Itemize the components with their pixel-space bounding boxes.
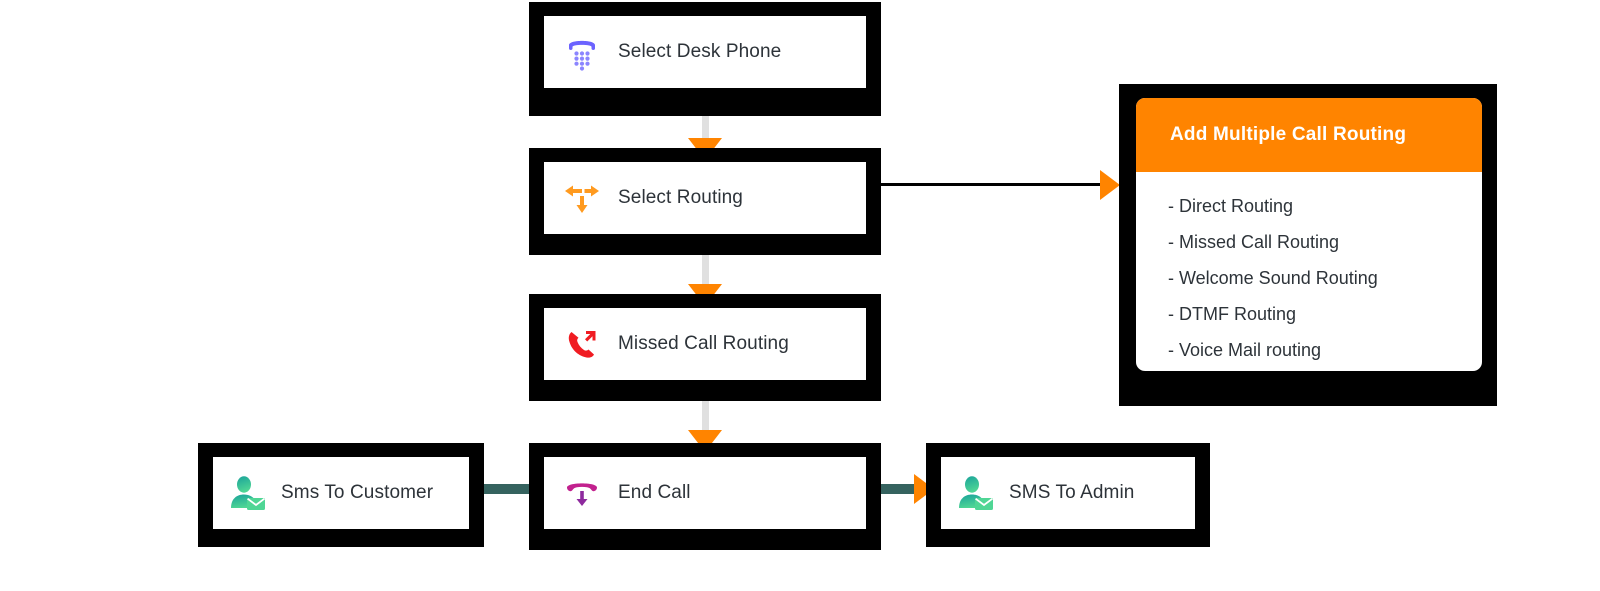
node-sms-to-customer[interactable]: Sms To Customer bbox=[198, 443, 484, 547]
node-end-call[interactable]: End Call bbox=[529, 443, 881, 550]
desk-phone-icon bbox=[560, 30, 604, 74]
panel-add-multiple-call-routing: Add Multiple Call Routing - Direct Routi… bbox=[1119, 84, 1497, 406]
connector-routing-to-panel bbox=[880, 183, 1106, 186]
flowchart-canvas: Select Desk Phone Select Routing Missed … bbox=[0, 0, 1600, 591]
node-label: SMS To Admin bbox=[1009, 482, 1135, 503]
node-select-routing[interactable]: Select Routing bbox=[529, 148, 881, 255]
routing-arrows-icon bbox=[560, 176, 604, 220]
node-sms-to-admin[interactable]: SMS To Admin bbox=[926, 443, 1210, 547]
list-item: - Missed Call Routing bbox=[1168, 232, 1340, 252]
end-call-icon bbox=[560, 471, 604, 515]
node-label: Select Desk Phone bbox=[618, 41, 782, 62]
sms-person-icon bbox=[955, 472, 997, 514]
missed-call-icon bbox=[560, 322, 604, 366]
list-item: - Direct Routing bbox=[1168, 196, 1294, 216]
list-item: - Welcome Sound Routing bbox=[1168, 268, 1378, 288]
node-label: End Call bbox=[618, 482, 691, 503]
list-item: - Voice Mail routing bbox=[1168, 340, 1322, 360]
node-label: Sms To Customer bbox=[281, 482, 434, 503]
node-label: Select Routing bbox=[618, 187, 743, 208]
node-select-desk-phone[interactable]: Select Desk Phone bbox=[529, 2, 881, 116]
panel-routing-list: - Direct Routing - Missed Call Routing -… bbox=[1136, 172, 1482, 371]
list-item: - DTMF Routing bbox=[1168, 304, 1297, 324]
arrowhead-right-panel bbox=[1100, 170, 1120, 200]
sms-person-icon bbox=[227, 472, 269, 514]
node-missed-call-routing[interactable]: Missed Call Routing bbox=[529, 294, 881, 401]
node-label: Missed Call Routing bbox=[618, 333, 789, 354]
panel-header: Add Multiple Call Routing bbox=[1136, 98, 1482, 172]
